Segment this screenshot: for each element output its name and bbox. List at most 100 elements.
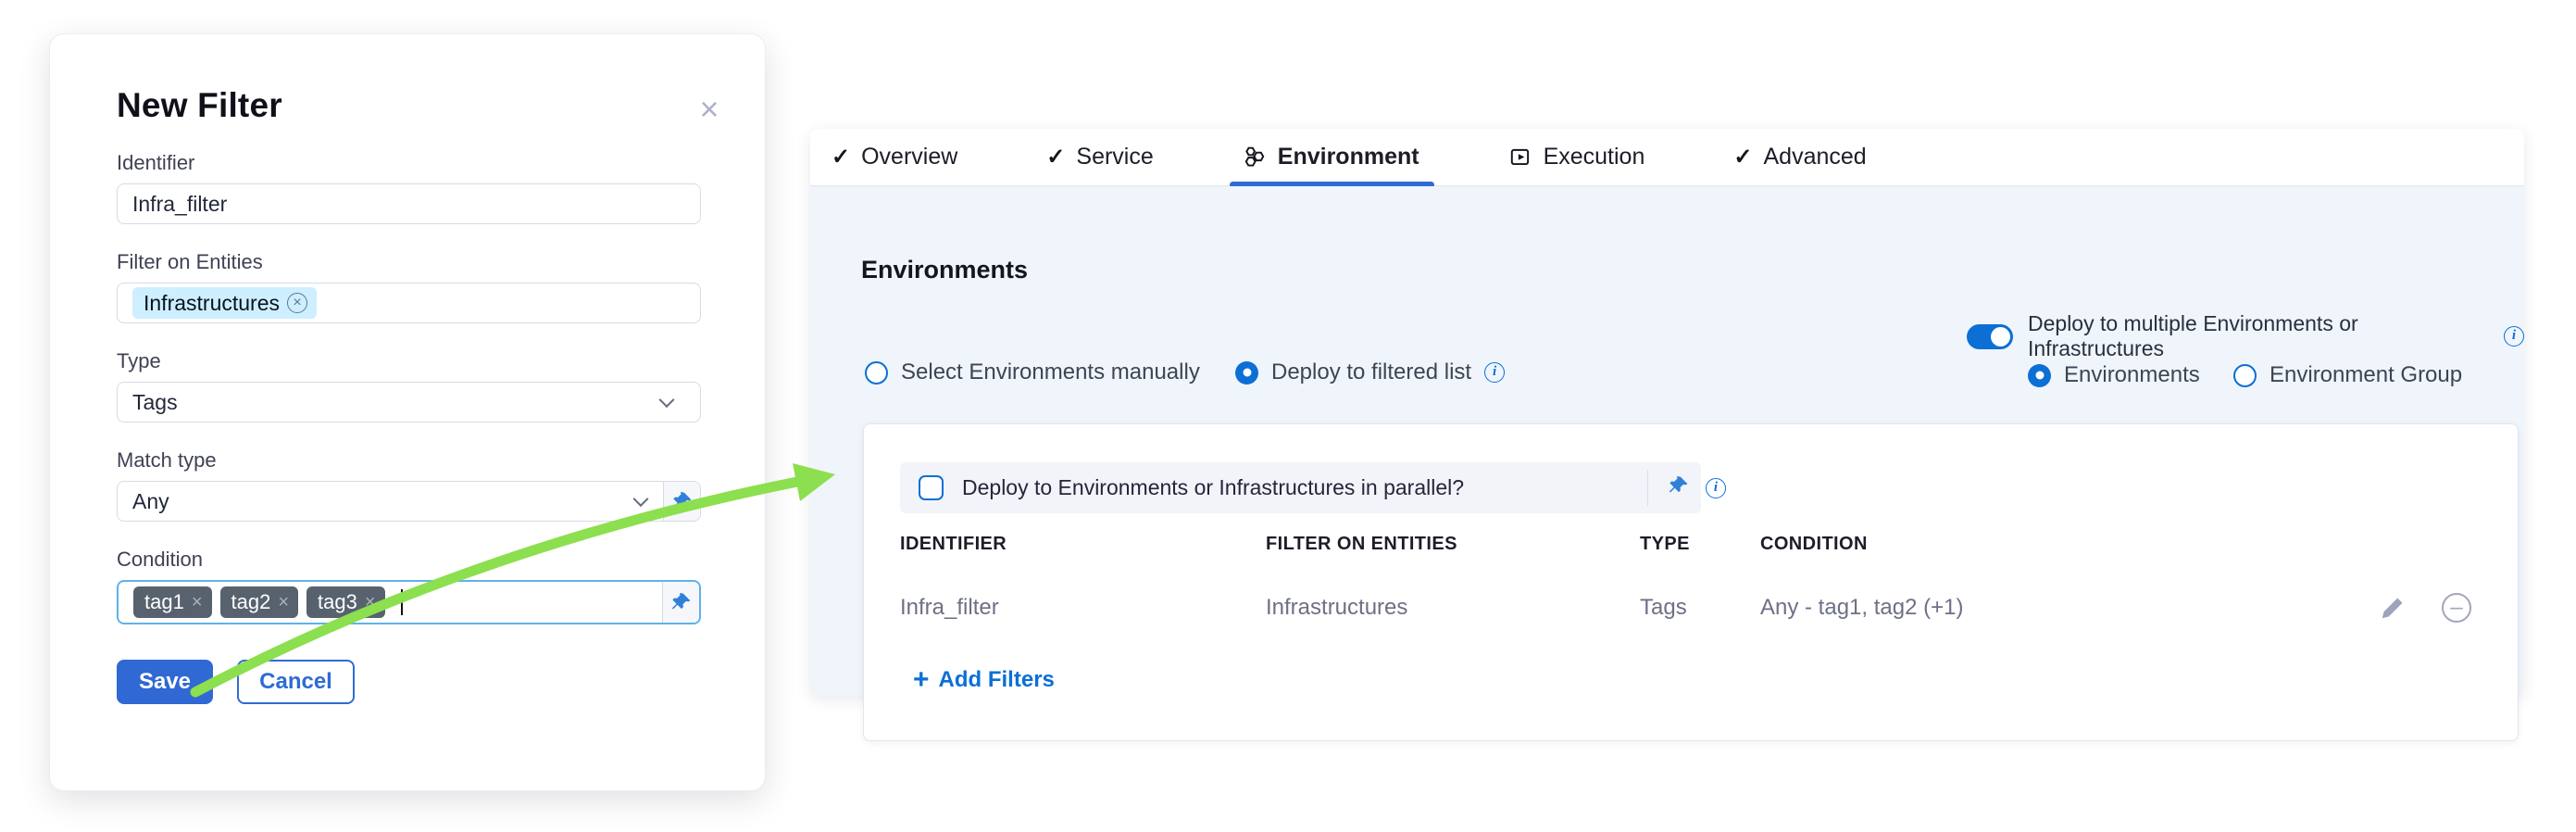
row-actions: –: [2379, 593, 2471, 623]
new-filter-modal: New Filter × Identifier Infra_filter Fil…: [49, 33, 766, 791]
radio-label: Environments: [2064, 362, 2200, 388]
info-icon[interactable]: i: [1484, 362, 1505, 383]
pin-button[interactable]: [663, 482, 700, 521]
add-filters-button[interactable]: + Add Filters: [913, 667, 1055, 693]
condition-input[interactable]: tag1 × tag2 × tag3 ×: [117, 580, 701, 624]
filters-card: Deploy to Environments or Infrastructure…: [863, 423, 2519, 741]
identifier-value: Infra_filter: [132, 192, 227, 217]
tab-environment[interactable]: Environment: [1243, 129, 1419, 185]
tab-label: Environment: [1278, 144, 1419, 170]
save-button[interactable]: Save: [117, 660, 213, 704]
identifier-field-group: Identifier Infra_filter: [117, 151, 699, 224]
tag-chip: tag1 ×: [133, 586, 212, 618]
remove-entity-icon[interactable]: ×: [287, 293, 307, 313]
tag-label: tag1: [144, 590, 184, 614]
tab-label: Advanced: [1763, 144, 1866, 170]
entity-chip-label: Infrastructures: [144, 291, 280, 316]
radio-icon[interactable]: [865, 361, 888, 384]
pipeline-stage-panel: ✓ Overview ✓ Service Environment: [810, 129, 2524, 696]
condition-field-group: Condition tag1 × tag2 × tag3 ×: [117, 548, 699, 624]
filter-on-entities-field-group: Filter on Entities Infrastructures ×: [117, 250, 699, 323]
condition-label: Condition: [117, 548, 699, 572]
radio-deploy-filtered-list[interactable]: Deploy to filtered list i: [1235, 359, 1505, 385]
environment-hexagons-icon: [1243, 145, 1267, 170]
modal-title: New Filter: [117, 86, 699, 125]
match-type-field-group: Match type Any: [117, 448, 699, 522]
check-icon: ✓: [1733, 144, 1752, 170]
toggle-knob: [1991, 327, 2010, 347]
match-type-value: Any: [132, 489, 169, 514]
entity-chip: Infrastructures ×: [132, 287, 317, 319]
edit-pencil-icon[interactable]: [2379, 594, 2407, 622]
remove-tag-icon[interactable]: ×: [278, 592, 289, 613]
check-icon: ✓: [1046, 144, 1065, 170]
filter-on-entities-input[interactable]: Infrastructures ×: [117, 283, 701, 323]
identifier-label: Identifier: [117, 151, 699, 175]
pin-button[interactable]: [1668, 474, 1690, 502]
environments-heading: Environments: [861, 256, 1028, 284]
page: New Filter × Identifier Infra_filter Fil…: [0, 0, 2576, 832]
remove-row-icon[interactable]: –: [2442, 593, 2471, 623]
plus-icon: +: [913, 667, 930, 693]
toggle-on[interactable]: [1967, 324, 2013, 349]
tab-execution[interactable]: Execution: [1508, 129, 1645, 185]
radio-label: Deploy to filtered list: [1271, 359, 1471, 385]
toggle-label: Deploy to multiple Environments or Infra…: [2028, 311, 2489, 361]
match-type-select[interactable]: Any: [117, 481, 701, 522]
tab-label: Overview: [861, 144, 957, 170]
chevron-down-icon: [659, 392, 675, 408]
modal-buttons: Save Cancel: [117, 660, 699, 704]
pin-icon: [1668, 474, 1690, 497]
radio-label: Select Environments manually: [901, 359, 1200, 385]
tab-overview[interactable]: ✓ Overview: [832, 129, 957, 185]
col-header-condition: CONDITION: [1760, 534, 1868, 555]
deploy-multiple-toggle-row: Deploy to multiple Environments or Infra…: [1967, 311, 2524, 361]
radio-label: Environment Group: [2270, 362, 2462, 388]
radio-environments[interactable]: Environments: [2028, 362, 2200, 388]
filter-on-entities-label: Filter on Entities: [117, 250, 699, 274]
parallel-label: Deploy to Environments or Infrastructure…: [962, 475, 1464, 500]
type-select[interactable]: Tags: [117, 382, 701, 422]
remove-tag-icon[interactable]: ×: [365, 592, 376, 613]
row-condition: Any - tag1, tag2 (+1): [1760, 595, 1963, 621]
col-header-type: TYPE: [1640, 534, 1690, 555]
execution-play-icon: [1508, 145, 1532, 170]
col-header-identifier: IDENTIFIER: [900, 534, 1007, 555]
check-icon: ✓: [832, 144, 850, 170]
info-icon[interactable]: i: [2504, 326, 2524, 347]
text-caret: [401, 589, 403, 615]
tab-advanced[interactable]: ✓ Advanced: [1733, 129, 1866, 185]
row-type: Tags: [1640, 595, 1687, 621]
type-label: Type: [117, 349, 699, 373]
tag-chip: tag2 ×: [220, 586, 299, 618]
remove-tag-icon[interactable]: ×: [192, 592, 203, 613]
radio-environment-group[interactable]: Environment Group: [2233, 362, 2462, 388]
cancel-button[interactable]: Cancel: [237, 660, 355, 704]
tab-label: Service: [1076, 144, 1153, 170]
info-icon[interactable]: i: [1706, 478, 1726, 498]
radio-icon[interactable]: [2233, 364, 2257, 387]
identifier-input[interactable]: Infra_filter: [117, 183, 701, 224]
stage-tabbar: ✓ Overview ✓ Service Environment: [810, 129, 2524, 186]
add-filters-label: Add Filters: [939, 667, 1055, 693]
environment-tab-body: Environments Select Environments manuall…: [810, 186, 2524, 696]
type-value: Tags: [132, 390, 178, 415]
tag-label: tag2: [231, 590, 271, 614]
radio-select-manually[interactable]: Select Environments manually: [865, 359, 1200, 385]
chevron-down-icon: [633, 491, 649, 507]
parallel-checkbox[interactable]: [919, 475, 944, 500]
tag-label: tag3: [318, 590, 357, 614]
pin-icon: [670, 591, 693, 613]
close-icon[interactable]: ×: [691, 92, 728, 129]
deploy-parallel-row: Deploy to Environments or Infrastructure…: [900, 462, 1701, 513]
divider: [1647, 470, 1648, 506]
type-field-group: Type Tags: [117, 349, 699, 422]
row-identifier: Infra_filter: [900, 595, 999, 621]
tag-chip: tag3 ×: [306, 586, 385, 618]
col-header-filter-on-entities: FILTER ON ENTITIES: [1266, 534, 1457, 555]
radio-selected-icon[interactable]: [1235, 361, 1258, 384]
tab-service[interactable]: ✓ Service: [1046, 129, 1153, 185]
radio-selected-icon[interactable]: [2028, 364, 2051, 387]
pin-button[interactable]: [662, 582, 699, 623]
match-type-label: Match type: [117, 448, 699, 473]
